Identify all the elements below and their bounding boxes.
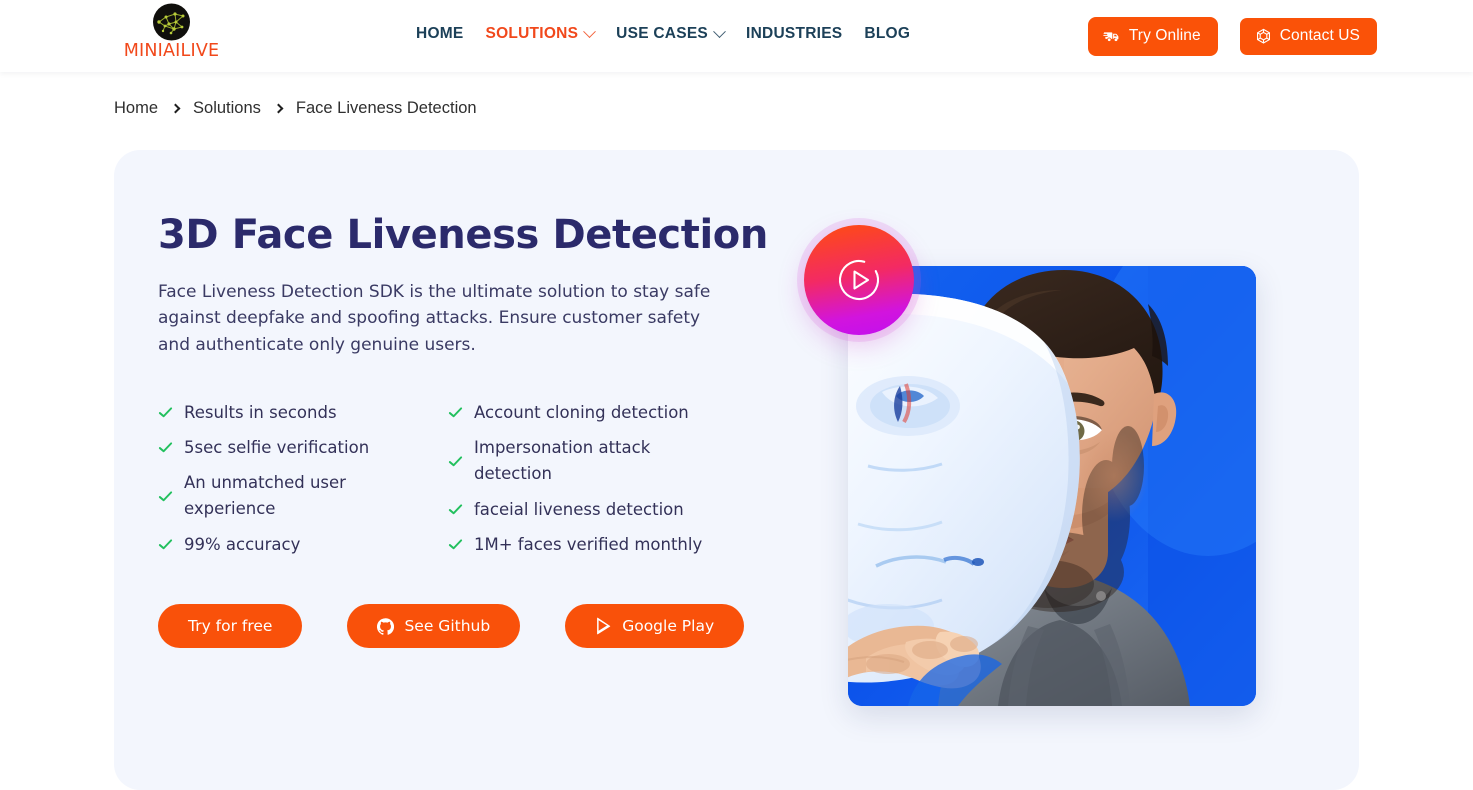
neural-network-logo-icon (145, 2, 198, 42)
hero-media (804, 208, 1316, 708)
site-logo[interactable]: MINIAILIVE (114, 2, 229, 61)
check-icon (448, 407, 463, 418)
nav-item-label: SOLUTIONS (485, 25, 579, 42)
nav-item-label: BLOG (864, 25, 911, 42)
feature-label: An unmatched user experience (184, 473, 346, 519)
contact-us-label: Contact US (1279, 27, 1360, 44)
feature-label: 5sec selfie verification (184, 437, 370, 457)
play-video-button[interactable] (804, 225, 914, 335)
breadcrumb-item-home[interactable]: Home (114, 99, 158, 118)
check-icon (158, 442, 173, 453)
nav-item-solutions[interactable]: SOLUTIONS (475, 24, 606, 43)
chevron-down-icon (583, 24, 597, 38)
check-icon (158, 539, 173, 550)
contact-us-button[interactable]: Contact US (1239, 18, 1377, 55)
check-icon (158, 407, 173, 418)
try-for-free-button[interactable]: Try for free (158, 604, 303, 649)
cta-row: Try for free See Github Google Play (158, 604, 758, 649)
chevron-down-icon (713, 24, 726, 38)
feature-label: 99% accuracy (184, 534, 301, 554)
feature-item: 99% accuracy (158, 527, 448, 562)
breadcrumb: Home Solutions Face Liveness Detection (114, 99, 477, 118)
feature-column-right: Account cloning detection Impersonation … (448, 395, 738, 562)
see-github-label: See Github (404, 617, 491, 636)
try-online-label: Try Online (1128, 27, 1201, 44)
try-online-button[interactable]: Try Online (1087, 17, 1218, 56)
play-circle-icon (835, 256, 883, 304)
feature-column-left: Results in seconds 5sec selfie verificat… (158, 395, 448, 562)
feature-label: 1M+ faces verified monthly (474, 534, 703, 554)
check-icon (448, 539, 463, 550)
logo-wordmark: MINIAILIVE (123, 41, 220, 61)
breadcrumb-item-solutions[interactable]: Solutions (193, 99, 261, 118)
hero-card: 3D Face Liveness Detection Face Liveness… (114, 150, 1359, 790)
feature-label: faceial liveness detection (474, 499, 684, 519)
hexagon-outline-icon (1255, 28, 1272, 45)
feature-item: Results in seconds (158, 395, 448, 430)
feature-item: faceial liveness detection (448, 492, 738, 527)
primary-navigation: HOME SOLUTIONS USE CASES INDUSTRIES BLOG (416, 24, 921, 43)
feature-label: Account cloning detection (474, 402, 689, 422)
header-actions: Try Online Contact US (1087, 17, 1377, 56)
nav-item-home[interactable]: HOME (416, 25, 475, 43)
try-for-free-label: Try for free (188, 617, 273, 636)
nav-item-industries[interactable]: INDUSTRIES (735, 25, 853, 43)
feature-label: Results in seconds (184, 402, 337, 422)
page-title: 3D Face Liveness Detection (158, 212, 768, 258)
hero-content: 3D Face Liveness Detection Face Liveness… (158, 212, 768, 649)
github-icon (377, 618, 395, 635)
hero-description: Face Liveness Detection SDK is the ultim… (158, 281, 711, 355)
breadcrumb-item-current: Face Liveness Detection (295, 99, 477, 117)
check-icon (448, 456, 463, 467)
feature-list: Results in seconds 5sec selfie verificat… (158, 395, 758, 562)
truck-fast-icon (1103, 29, 1121, 44)
google-play-label: Google Play (622, 617, 715, 636)
chevron-right-icon (170, 103, 181, 114)
feature-item: Impersonation attack detection (448, 430, 738, 492)
feature-item: An unmatched user experience (158, 465, 448, 527)
feature-item: Account cloning detection (448, 395, 738, 430)
see-github-button[interactable]: See Github (347, 604, 521, 649)
nav-item-label: USE CASES (616, 25, 709, 42)
google-play-icon (595, 617, 612, 635)
nav-item-use-cases[interactable]: USE CASES (605, 24, 735, 43)
check-icon (448, 504, 463, 515)
chevron-right-icon (273, 103, 284, 114)
site-header: MINIAILIVE HOME SOLUTIONS USE CASES INDU… (0, 0, 1473, 72)
feature-item: 5sec selfie verification (158, 430, 448, 465)
nav-item-label: HOME (416, 25, 464, 42)
hero-image (848, 266, 1256, 706)
nav-item-blog[interactable]: BLOG (853, 25, 921, 43)
google-play-button[interactable]: Google Play (565, 604, 745, 649)
feature-label: Impersonation attack detection (474, 438, 651, 484)
nav-item-label: INDUSTRIES (746, 25, 843, 42)
check-icon (158, 491, 173, 502)
feature-item: 1M+ faces verified monthly (448, 527, 738, 562)
